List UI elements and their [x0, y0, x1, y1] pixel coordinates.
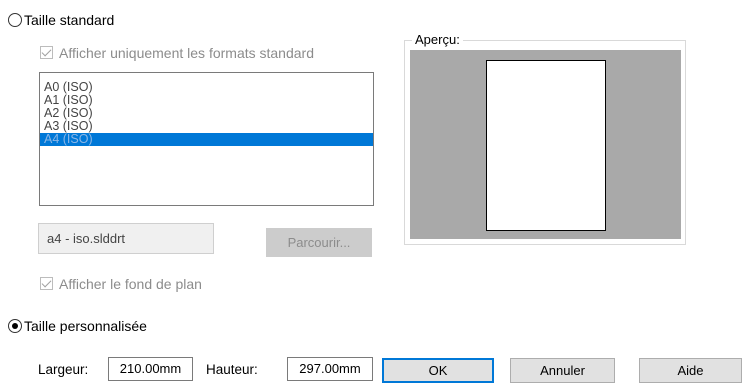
show-background-label: Afficher le fond de plan [59, 276, 202, 292]
checkmark-icon [41, 46, 52, 57]
only-standard-formats-checkbox[interactable] [40, 46, 53, 59]
standard-size-label: Taille standard [24, 12, 115, 28]
ok-button[interactable]: OK [382, 358, 494, 383]
custom-size-radio[interactable] [8, 319, 22, 333]
browse-button[interactable]: Parcourir... [266, 228, 372, 257]
height-input[interactable]: 297.00mm [287, 357, 373, 381]
width-input[interactable]: 210.00mm [108, 357, 193, 381]
preview-label: Aperçu: [412, 32, 463, 48]
checkmark-icon [41, 277, 52, 288]
custom-size-label: Taille personnalisée [24, 318, 147, 334]
standard-size-radio[interactable] [8, 13, 22, 27]
height-label: Hauteur: [206, 362, 258, 377]
only-standard-formats-label: Afficher uniquement les formats standard [59, 45, 314, 61]
preview-area [410, 50, 681, 239]
show-background-checkbox[interactable] [40, 277, 53, 290]
width-label: Largeur: [38, 362, 89, 377]
list-item-a4[interactable]: A4 (ISO) [40, 133, 373, 146]
cancel-button[interactable]: Annuler [510, 358, 615, 383]
preview-sheet [486, 60, 606, 231]
formats-listbox[interactable]: A0 (ISO) A1 (ISO) A2 (ISO) A3 (ISO) A4 (… [39, 72, 374, 206]
help-button[interactable]: Aide [639, 358, 742, 383]
template-file-field[interactable]: a4 - iso.slddrt [38, 223, 214, 254]
